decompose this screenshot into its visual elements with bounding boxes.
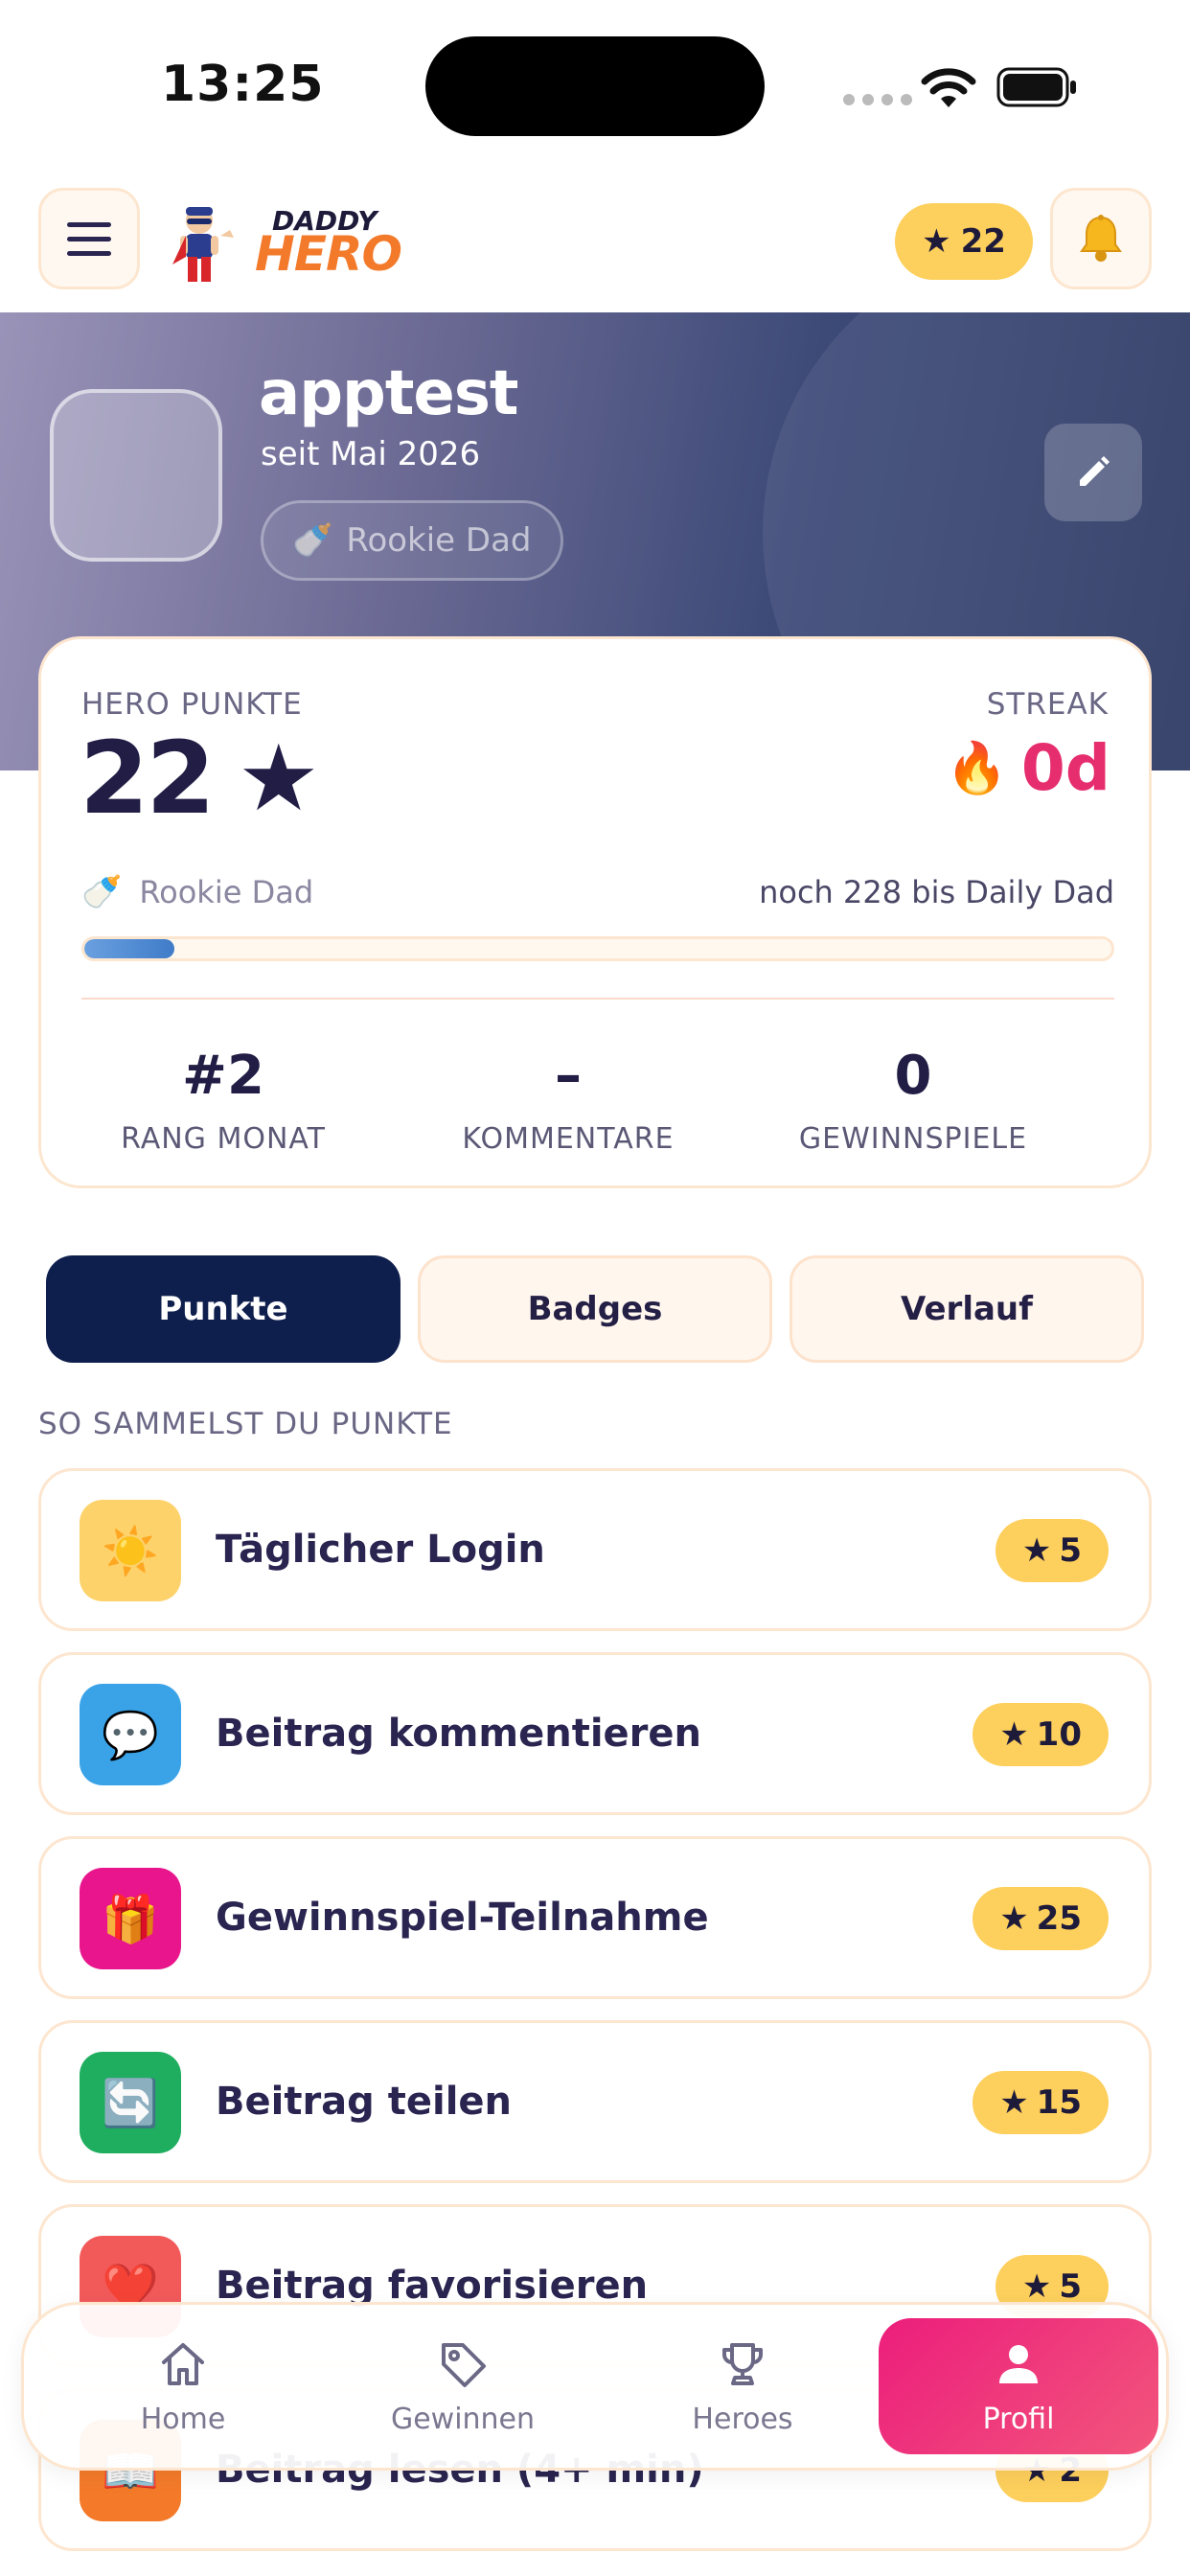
streak-value: 🔥 0d bbox=[946, 731, 1110, 805]
username: apptest bbox=[259, 358, 518, 429]
bottom-navigation: Home Gewinnen Heroes Profil bbox=[21, 2302, 1169, 2471]
task-row: 🔄 Beitrag teilen ★ 15 bbox=[38, 2020, 1152, 2183]
nav-label: Profil bbox=[982, 2402, 1055, 2436]
hamburger-icon bbox=[67, 221, 111, 227]
task-row: 🎁 Gewinnspiel-Teilnahme ★ 25 bbox=[38, 1836, 1152, 1999]
stat-label: KOMMENTARE bbox=[462, 1122, 675, 1156]
stat-value: – bbox=[555, 1045, 582, 1107]
divider bbox=[81, 998, 1114, 1000]
stat-comments: – KOMMENTARE bbox=[405, 1045, 731, 1157]
rank-chip-label: Rookie Dad bbox=[346, 521, 532, 560]
battery-icon bbox=[996, 67, 1076, 107]
tab-verlauf[interactable]: Verlauf bbox=[790, 1255, 1144, 1363]
nav-heroes[interactable]: Heroes bbox=[603, 2318, 882, 2454]
profile-screen: 13:25 DADDY HERO ★ 22 apptest seit Mai 2… bbox=[0, 0, 1190, 2576]
task-points-value: 10 bbox=[1036, 1715, 1082, 1754]
stat-value: 0 bbox=[894, 1045, 932, 1107]
speech-bubble-icon: 💬 bbox=[80, 1684, 181, 1785]
stat-rank-month: #2 RANG MONAT bbox=[60, 1045, 386, 1157]
streak-days: 0d bbox=[1020, 731, 1110, 805]
bell-icon bbox=[1080, 215, 1122, 262]
menu-button[interactable] bbox=[38, 188, 140, 289]
baby-bottle-icon: 🍼 bbox=[292, 521, 333, 560]
level-progress-bar bbox=[81, 936, 1114, 961]
next-level-remaining: noch 228 bis Daily Dad bbox=[759, 874, 1114, 910]
task-points-badge: ★ 10 bbox=[973, 1703, 1109, 1766]
task-points-badge: ★ 5 bbox=[995, 1519, 1109, 1582]
task-points-value: 5 bbox=[1059, 2267, 1082, 2306]
stat-giveaways: 0 GEWINNSPIELE bbox=[750, 1045, 1076, 1157]
tag-icon bbox=[442, 2342, 486, 2387]
level-row: 🍼 Rookie Dad noch 228 bis Daily Dad bbox=[81, 873, 1114, 911]
task-label: Beitrag kommentieren bbox=[216, 1712, 701, 1756]
star-icon: ★ bbox=[999, 1899, 1029, 1938]
current-level: 🍼 Rookie Dad bbox=[81, 873, 313, 911]
star-icon: ★ bbox=[1021, 1531, 1052, 1570]
member-since: seit Mai 2026 bbox=[261, 435, 481, 473]
hamburger-line bbox=[67, 236, 111, 242]
edit-profile-button[interactable] bbox=[1044, 424, 1142, 521]
notifications-button[interactable] bbox=[1050, 188, 1152, 289]
tab-badges[interactable]: Badges bbox=[418, 1255, 772, 1363]
person-icon bbox=[999, 2344, 1038, 2383]
nav-home[interactable]: Home bbox=[43, 2318, 323, 2454]
streak-label: STREAK bbox=[986, 687, 1109, 722]
share-icon: 🔄 bbox=[80, 2052, 181, 2153]
star-icon: ★ bbox=[999, 1715, 1029, 1754]
task-points-value: 15 bbox=[1036, 2083, 1082, 2122]
hero-points-value: 22 ★ bbox=[80, 720, 320, 837]
nav-profil[interactable]: Profil bbox=[879, 2318, 1158, 2454]
star-icon: ★ bbox=[999, 2083, 1029, 2122]
gift-icon: 🎁 bbox=[80, 1868, 181, 1969]
stat-label: GEWINNSPIELE bbox=[798, 1122, 1028, 1156]
rank-chip: 🍼 Rookie Dad bbox=[261, 500, 563, 581]
trophy-icon bbox=[722, 2342, 763, 2385]
wifi-icon bbox=[921, 68, 976, 107]
hamburger-line bbox=[67, 250, 111, 256]
sun-icon: ☀️ bbox=[80, 1500, 181, 1601]
nav-gewinnen[interactable]: Gewinnen bbox=[323, 2318, 603, 2454]
points-pill-value: 22 bbox=[960, 222, 1006, 261]
avatar[interactable] bbox=[50, 389, 222, 562]
logo-wordmark-hero: HERO bbox=[255, 226, 402, 282]
task-row: 💬 Beitrag kommentieren ★ 10 bbox=[38, 1652, 1152, 1815]
task-row: ☀️ Täglicher Login ★ 5 bbox=[38, 1468, 1152, 1631]
star-icon: ★ bbox=[1021, 2267, 1052, 2306]
task-label: Gewinnspiel-Teilnahme bbox=[216, 1896, 709, 1940]
task-points-value: 5 bbox=[1059, 1531, 1082, 1570]
baby-bottle-icon: 🍼 bbox=[81, 873, 123, 911]
task-points-badge: ★ 15 bbox=[973, 2071, 1109, 2134]
task-points-value: 25 bbox=[1036, 1899, 1082, 1938]
stat-value: #2 bbox=[182, 1045, 264, 1107]
tab-punkte[interactable]: Punkte bbox=[46, 1255, 400, 1363]
star-icon: ★ bbox=[237, 724, 320, 832]
section-title: SO SAMMELST DU PUNKTE bbox=[38, 1407, 453, 1441]
task-label: Täglicher Login bbox=[216, 1528, 545, 1572]
star-icon: ★ bbox=[922, 222, 951, 261]
status-time: 13:25 bbox=[161, 56, 325, 113]
task-points-badge: ★ 25 bbox=[973, 1887, 1109, 1950]
dynamic-island bbox=[425, 36, 765, 136]
cellular-signal-icon bbox=[843, 94, 912, 105]
nav-label: Gewinnen bbox=[390, 2402, 536, 2436]
pencil-icon bbox=[1080, 456, 1110, 486]
points-pill[interactable]: ★ 22 bbox=[895, 203, 1033, 280]
nav-label: Home bbox=[140, 2402, 226, 2436]
hero-points-label: HERO PUNKTE bbox=[81, 687, 303, 722]
task-label: Beitrag teilen bbox=[216, 2080, 513, 2124]
hero-points-number: 22 bbox=[80, 720, 216, 837]
home-icon bbox=[162, 2342, 204, 2385]
fire-icon: 🔥 bbox=[946, 740, 1008, 797]
stat-label: RANG MONAT bbox=[121, 1122, 326, 1156]
level-progress-fill bbox=[84, 939, 175, 958]
current-level-name: Rookie Dad bbox=[139, 874, 314, 910]
hero-points-card: HERO PUNKTE 22 ★ STREAK 🔥 0d 🍼 Rookie Da… bbox=[38, 636, 1152, 1188]
nav-label: Heroes bbox=[692, 2402, 793, 2436]
